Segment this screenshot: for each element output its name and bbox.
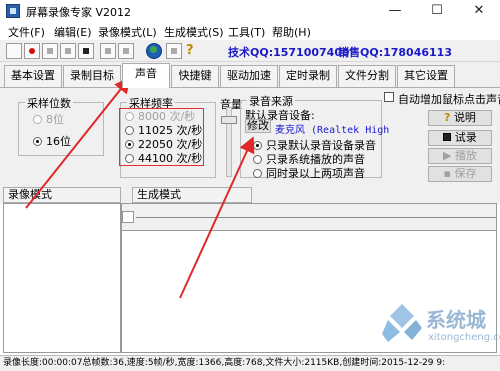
- timeline-control[interactable]: [122, 211, 134, 223]
- tab-basic-settings[interactable]: 基本设置: [4, 65, 62, 87]
- sample-bits-16[interactable]: 16位: [33, 133, 71, 149]
- save-button[interactable]: ▪ 保存: [428, 166, 492, 182]
- menu-edit[interactable]: 编辑(E): [54, 24, 92, 40]
- minimize-button[interactable]: —: [374, 0, 416, 22]
- tab-hotkeys[interactable]: 快捷键: [171, 65, 219, 87]
- settings-icon[interactable]: [166, 43, 182, 59]
- menu-help[interactable]: 帮助(H): [272, 24, 311, 40]
- sound-settings-panel: 采样位数 8位 16位 采样频率 8000 次/秒 11025 次/秒 2205…: [0, 87, 500, 184]
- help-button[interactable]: ? 说明: [428, 110, 492, 126]
- tab-sound[interactable]: 声音: [122, 63, 170, 88]
- sample-bits-8[interactable]: 8位: [33, 111, 64, 127]
- toolbar: ? 技术QQ:1571007409 销售QQ:178046113: [0, 40, 500, 62]
- menu-file[interactable]: 文件(F): [8, 24, 45, 40]
- stop-icon[interactable]: [60, 43, 76, 59]
- maximize-button[interactable]: ☐: [416, 0, 458, 22]
- record-square-icon: [443, 133, 452, 141]
- floppy-icon: ▪: [443, 167, 451, 180]
- app-icon: [6, 4, 20, 18]
- tab-file-split[interactable]: 文件分割: [338, 65, 396, 87]
- radio-icon: [125, 126, 134, 135]
- menu-record-mode[interactable]: 录像模式(L): [98, 24, 157, 40]
- source-both[interactable]: 同时录以上两项声音: [253, 165, 365, 181]
- record-source-group: 录音来源 默认录音设备: 修改 麦克风 (Realtek High 只录默认录音…: [240, 93, 389, 181]
- radio-icon: [125, 154, 134, 163]
- sample-bits-title: 采样位数: [25, 95, 73, 111]
- new-file-icon[interactable]: [6, 43, 22, 59]
- auto-click-sound-label: 自动增加鼠标点击声音: [398, 93, 500, 106]
- auto-click-sound-checkbox[interactable]: [384, 92, 394, 102]
- modify-device-button[interactable]: 修改: [245, 119, 271, 133]
- watermark-logo-icon: [382, 304, 422, 342]
- watermark-brand: 系统城: [426, 308, 486, 332]
- question-icon: ?: [444, 111, 451, 124]
- tab-generate-mode[interactable]: 生成模式: [132, 187, 252, 203]
- sales-qq-label: 销售QQ:178046113: [338, 46, 452, 59]
- pause-icon[interactable]: [42, 43, 58, 59]
- record-list-pane[interactable]: [3, 203, 121, 353]
- play-triangle-icon: ▶: [443, 149, 452, 162]
- menu-bar: 文件(F) 编辑(E) 录像模式(L) 生成模式(S) 工具(T) 帮助(H): [0, 22, 500, 40]
- title-bar: 屏幕录像专家 V2012 — ☐ ✕: [0, 0, 500, 22]
- play-icon[interactable]: [78, 43, 94, 59]
- sample-rate-44100[interactable]: 44100 次/秒: [125, 150, 202, 166]
- tab-record-target[interactable]: 录制目标: [63, 65, 121, 87]
- tab-record-mode[interactable]: 录像模式: [3, 187, 121, 203]
- device-name: 麦克风 (Realtek High: [275, 125, 390, 136]
- timeline-ruler[interactable]: [136, 210, 496, 218]
- tab-driver-acceleration[interactable]: 驱动加速: [220, 65, 278, 87]
- radio-icon: [125, 140, 134, 149]
- volume-slider-thumb[interactable]: [221, 116, 237, 124]
- play-button[interactable]: ▶ 播放: [428, 148, 492, 164]
- radio-icon: [33, 115, 42, 124]
- globe-icon[interactable]: [146, 43, 162, 59]
- tab-scheduled-recording[interactable]: 定时录制: [279, 65, 337, 87]
- sample-bits-group: 采样位数 8位 16位: [18, 95, 104, 156]
- test-record-button[interactable]: 试录: [428, 130, 492, 146]
- watermark: 系统城 xitongcheng.com: [382, 302, 500, 354]
- status-bar: 录像长度:00:00:07总帧数:36,速度:5帧/秒,宽度:1366,高度:7…: [0, 355, 500, 371]
- tool-icon[interactable]: [118, 43, 134, 59]
- menu-tools[interactable]: 工具(T): [228, 24, 265, 40]
- radio-icon: [253, 155, 262, 164]
- settings-tabs: 基本设置 录制目标 声音 快捷键 驱动加速 定时录制 文件分割 其它设置: [0, 62, 500, 88]
- watermark-url: xitongcheng.com: [428, 332, 500, 343]
- camera-icon[interactable]: [100, 43, 116, 59]
- radio-icon: [125, 112, 134, 121]
- close-button[interactable]: ✕: [458, 0, 500, 22]
- help-question-icon[interactable]: ?: [186, 43, 194, 58]
- radio-icon: [253, 169, 262, 178]
- menu-generate-mode[interactable]: 生成模式(S): [164, 24, 224, 40]
- radio-icon: [253, 141, 262, 150]
- radio-icon: [33, 137, 42, 146]
- tab-other-settings[interactable]: 其它设置: [397, 65, 455, 87]
- window-title: 屏幕录像专家 V2012: [26, 6, 132, 19]
- tech-qq-label: 技术QQ:1571007409: [228, 46, 350, 59]
- mode-tabs: 录像模式 生成模式: [0, 184, 500, 204]
- record-icon[interactable]: [24, 43, 40, 59]
